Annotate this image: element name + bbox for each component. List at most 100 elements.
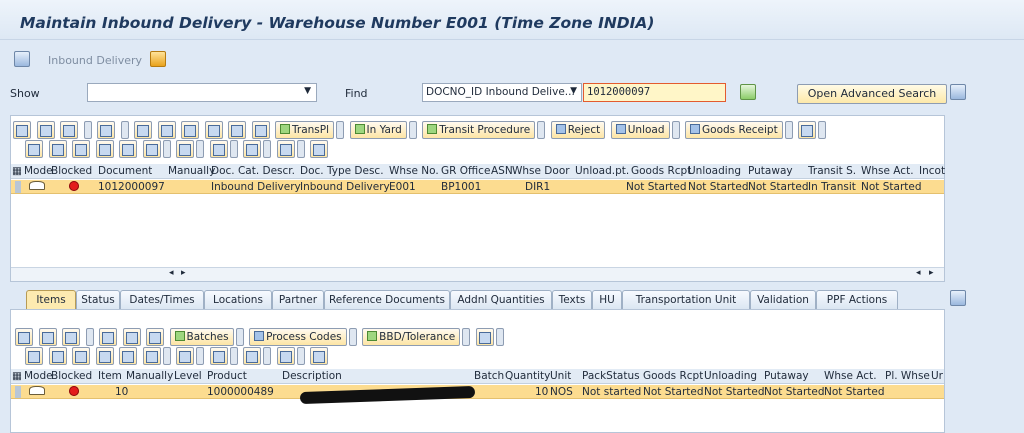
chevron-down-icon[interactable]	[235, 328, 244, 346]
save-icon[interactable]	[251, 121, 270, 139]
scroll-left-icon[interactable]: ◂	[169, 268, 174, 278]
export-icon[interactable]	[243, 140, 261, 158]
print-preview-icon[interactable]	[310, 140, 328, 158]
display-change-icon[interactable]	[14, 51, 30, 67]
scroll-right-icon[interactable]: ▸	[181, 268, 186, 278]
tab-validation[interactable]: Validation	[750, 290, 816, 309]
col-gr-office[interactable]: GR Office	[441, 165, 490, 177]
col-asn[interactable]: ASN	[491, 165, 513, 177]
more-functions-icon[interactable]	[798, 121, 817, 139]
tab-locations[interactable]: Locations	[204, 290, 272, 309]
detail-icon[interactable]	[25, 140, 43, 158]
tab-addnl-quantities[interactable]: Addnl Quantities	[450, 290, 552, 309]
col-ur[interactable]: Ur	[931, 370, 943, 382]
tab-ppf-actions[interactable]: PPF Actions	[816, 290, 898, 309]
chevron-down-icon[interactable]	[818, 121, 827, 139]
col-incot[interactable]: Incot	[919, 165, 945, 177]
select-all-icon[interactable]: ▦	[12, 370, 22, 382]
bbd-tolerance-button[interactable]: BBD/Tolerance	[362, 328, 461, 346]
chevron-down-icon[interactable]	[229, 140, 238, 158]
col-transit-s[interactable]: Transit S.	[808, 165, 856, 177]
sort-descending-icon[interactable]	[72, 347, 90, 365]
reject-button[interactable]: Reject	[550, 121, 606, 139]
col-item[interactable]: Item	[98, 370, 122, 382]
chevron-down-icon[interactable]	[263, 347, 271, 365]
find-icon[interactable]	[95, 347, 114, 365]
details-icon[interactable]	[60, 121, 78, 139]
col-manually[interactable]: Manually	[168, 165, 215, 177]
col-level[interactable]: Level	[174, 370, 202, 382]
chevron-down-icon[interactable]	[495, 328, 504, 346]
detail-icon[interactable]	[25, 347, 43, 365]
tab-items[interactable]: Items	[26, 290, 76, 309]
col-whse-act[interactable]: Whse Act.	[824, 370, 877, 382]
sort-ascending-icon[interactable]	[48, 140, 67, 158]
export-icon[interactable]	[243, 347, 261, 365]
col-blocked[interactable]: Blocked	[51, 165, 92, 177]
show-dropdown[interactable]: ▼	[87, 83, 317, 102]
chevron-down-icon[interactable]	[83, 121, 92, 139]
tab-hu[interactable]: HU	[592, 290, 622, 309]
more-functions-icon[interactable]	[475, 328, 494, 346]
process-codes-button[interactable]: Process Codes	[249, 328, 347, 346]
horizontal-scrollbar[interactable]: ◂ ▸ ◂ ▸	[11, 267, 944, 281]
transit-procedure-button[interactable]: Transit Procedure	[422, 121, 536, 139]
col-pl-whse[interactable]: Pl. Whse	[885, 370, 930, 382]
chevron-down-icon[interactable]	[408, 121, 417, 139]
tab-reference-documents[interactable]: Reference Documents	[324, 290, 450, 309]
chevron-down-icon[interactable]	[296, 140, 305, 158]
sort-descending-icon[interactable]	[72, 140, 90, 158]
tab-texts[interactable]: Texts	[552, 290, 592, 309]
unload-button[interactable]: Unload	[610, 121, 670, 139]
chevron-down-icon[interactable]	[162, 140, 171, 158]
chevron-down-icon[interactable]	[784, 121, 793, 139]
col-product[interactable]: Product	[207, 370, 247, 382]
chevron-down-icon[interactable]	[296, 347, 305, 365]
in-yard-button[interactable]: In Yard	[349, 121, 407, 139]
expand-up-icon[interactable]	[15, 328, 33, 346]
refresh-icon[interactable]	[228, 121, 246, 139]
row-selector[interactable]	[15, 181, 21, 193]
glasses-icon[interactable]	[157, 121, 176, 139]
list-icon[interactable]	[146, 328, 164, 346]
chevron-down-icon[interactable]	[537, 121, 546, 139]
tab-status[interactable]: Status	[76, 290, 120, 309]
col-goods-rcpt[interactable]: Goods Rcpt	[631, 165, 691, 177]
new-icon[interactable]	[97, 121, 115, 139]
scroll-right-icon[interactable]: ▸	[929, 268, 934, 278]
execute-search-icon[interactable]	[740, 84, 756, 100]
col-doc-cat[interactable]: Doc. Cat. Descr.	[211, 165, 295, 177]
col-whse-door[interactable]: Whse Door	[512, 165, 570, 177]
expand-down-icon[interactable]	[38, 328, 57, 346]
delete-icon[interactable]	[181, 121, 199, 139]
col-mode[interactable]: Mode	[24, 370, 53, 382]
expand-down-icon[interactable]	[36, 121, 55, 139]
filter-icon[interactable]	[142, 140, 161, 158]
col-putaway[interactable]: Putaway	[764, 370, 809, 382]
col-whse-no[interactable]: Whse No.	[389, 165, 439, 177]
sum-icon[interactable]	[176, 140, 194, 158]
new-icon[interactable]	[99, 328, 117, 346]
select-all-icon[interactable]: ▦	[12, 165, 22, 177]
col-document[interactable]: Document	[98, 165, 152, 177]
col-doc-type[interactable]: Doc. Type Desc.	[300, 165, 384, 177]
find-icon[interactable]	[95, 140, 114, 158]
print-preview-icon[interactable]	[310, 347, 328, 365]
col-unload-pt[interactable]: Unload.pt.	[575, 165, 629, 177]
layout-toggle-icon[interactable]	[950, 84, 966, 100]
col-unloading[interactable]: Unloading	[704, 370, 757, 382]
find-field-dropdown[interactable]: DOCNO_ID Inbound Delive... ▼	[422, 83, 582, 102]
find-next-icon[interactable]	[119, 140, 137, 158]
find-next-icon[interactable]	[119, 347, 137, 365]
chevron-down-icon[interactable]	[671, 121, 680, 139]
copy-icon[interactable]	[204, 121, 223, 139]
open-advanced-search-button[interactable]: Open Advanced Search	[797, 84, 947, 104]
col-unloading[interactable]: Unloading	[688, 165, 741, 177]
edit-icon[interactable]	[134, 121, 152, 139]
goods-receipt-button[interactable]: Goods Receipt	[685, 121, 783, 139]
col-batch[interactable]: Batch	[474, 370, 504, 382]
table-row[interactable]: 1012000097 Inbound Delivery Inbound Deli…	[11, 180, 944, 194]
col-putaway[interactable]: Putaway	[748, 165, 793, 177]
expand-up-icon[interactable]	[13, 121, 31, 139]
batches-button[interactable]: Batches	[169, 328, 234, 346]
